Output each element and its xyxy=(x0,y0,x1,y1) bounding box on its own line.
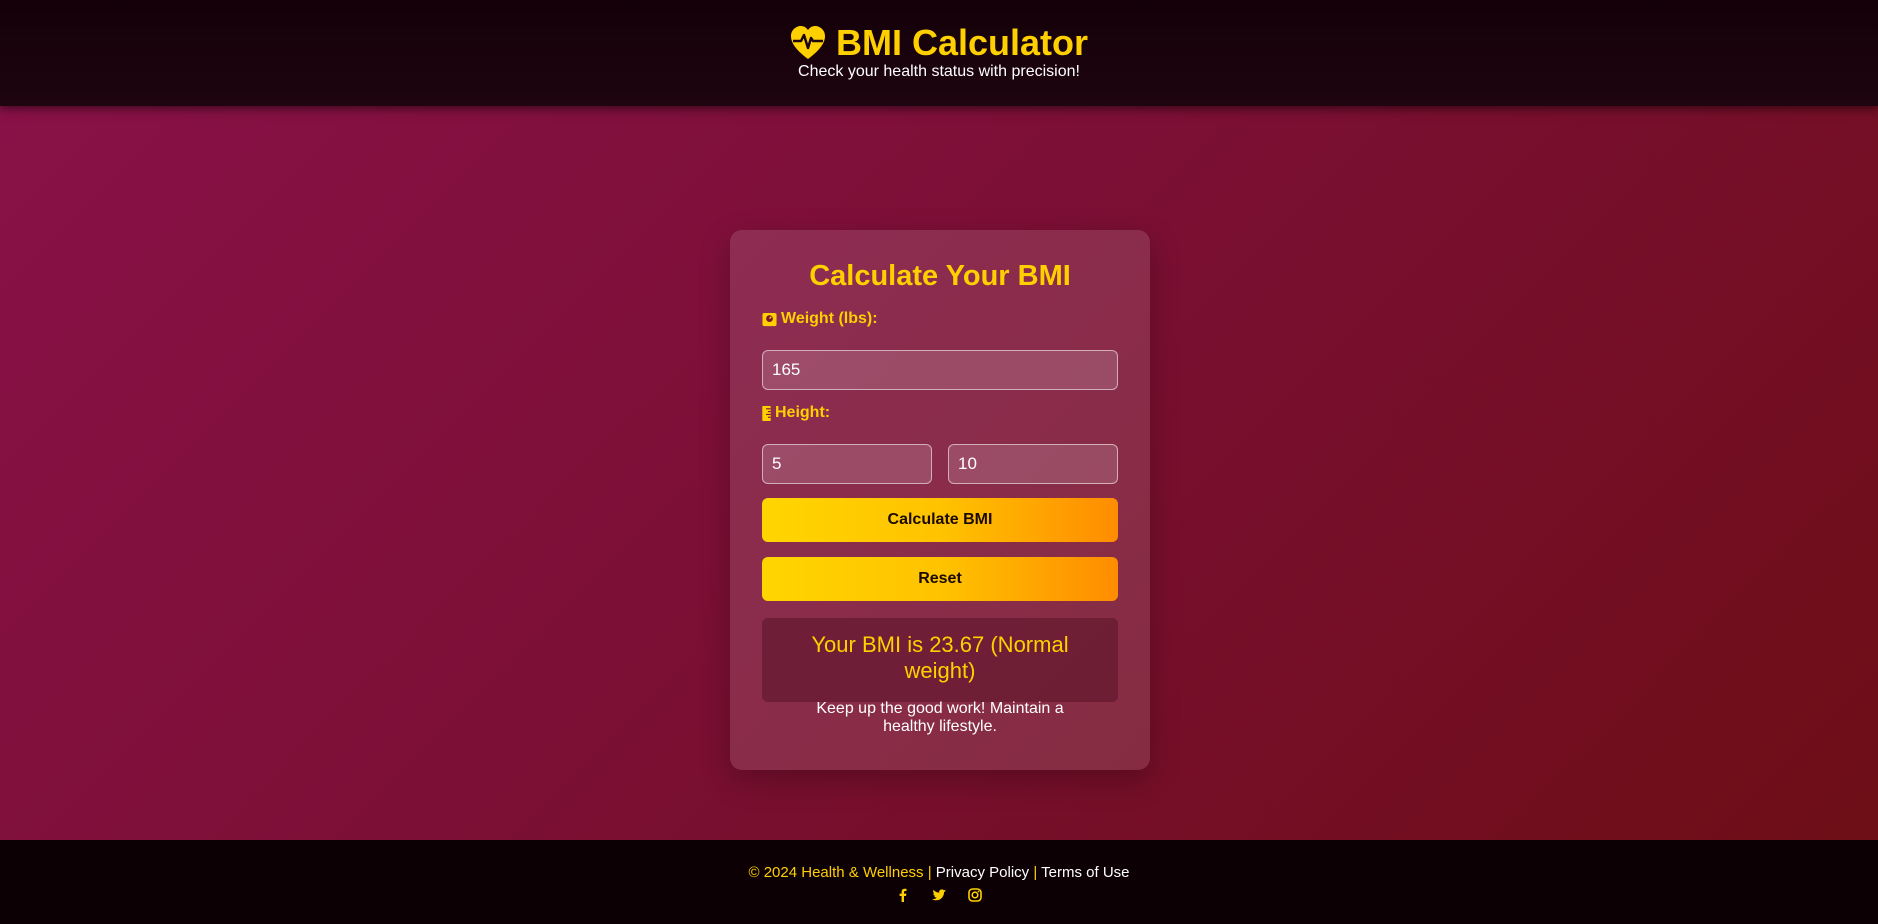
terms-of-use-link[interactable]: Terms of Use xyxy=(1041,864,1129,881)
weight-label: Weight (lbs): xyxy=(762,310,878,328)
page-title: BMI Calculator xyxy=(835,22,1089,63)
footer-separator: | xyxy=(1033,864,1038,881)
social-links xyxy=(0,888,1878,902)
height-label-text: Height: xyxy=(775,404,831,421)
privacy-policy-link[interactable]: Privacy Policy xyxy=(936,864,1029,881)
instagram-icon[interactable] xyxy=(968,888,982,902)
weight-input[interactable]: 165 xyxy=(762,350,1118,390)
weight-label-text: Weight (lbs): xyxy=(781,310,878,327)
ruler-icon xyxy=(762,405,771,421)
calculate-bmi-button[interactable]: Calculate BMI xyxy=(762,498,1118,542)
bmi-advice: Keep up the good work! Maintain a health… xyxy=(816,700,1064,735)
copyright-text: © 2024 Health & Wellness xyxy=(748,864,924,881)
header-title-row: BMI Calculator xyxy=(0,22,1878,64)
card-title: Calculate Your BMI xyxy=(809,260,1071,292)
twitter-icon[interactable] xyxy=(932,888,946,902)
weight-scale-icon xyxy=(762,312,777,326)
site-header: BMI Calculator Check your health status … xyxy=(0,0,1878,106)
footer-links: © 2024 Health & Wellness | Privacy Polic… xyxy=(0,864,1878,881)
height-inches-input[interactable]: 10 xyxy=(948,444,1118,484)
page-subtitle: Check your health status with precision! xyxy=(798,63,1080,80)
facebook-icon[interactable] xyxy=(896,888,910,902)
site-footer: © 2024 Health & Wellness | Privacy Polic… xyxy=(0,840,1878,924)
heart-pulse-icon xyxy=(790,26,826,60)
bmi-result: Your BMI is 23.67 (Normal weight) xyxy=(762,618,1118,702)
reset-button[interactable]: Reset xyxy=(762,557,1118,601)
bmi-form-card: Calculate Your BMI Weight (lbs): 165 Hei… xyxy=(730,230,1150,770)
footer-separator: | xyxy=(927,864,932,881)
height-label: Height: xyxy=(762,404,830,422)
height-feet-input[interactable]: 5 xyxy=(762,444,932,484)
